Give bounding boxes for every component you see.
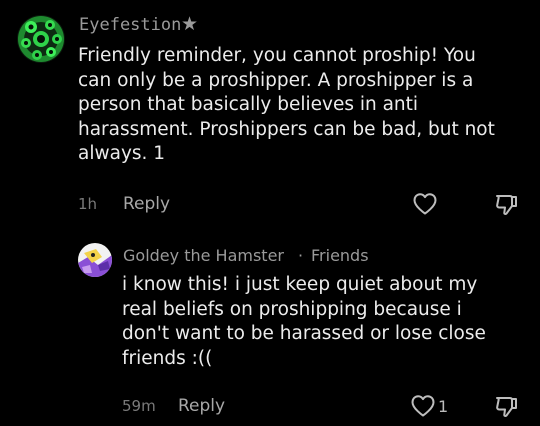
reply-text-line: real beliefs on proshipping because i (122, 298, 462, 320)
reply-text-line: don't want to be harassed or lose close (122, 323, 486, 344)
comment-text-line: harassment. Proshippers can be bad, but … (78, 118, 495, 140)
reply-timestamp: 59m (122, 397, 156, 415)
reply-reply-button[interactable]: Reply (178, 396, 225, 416)
star-icon: ★ (181, 13, 199, 35)
reply-text-line: i know this! i just keep quiet about my (122, 274, 478, 295)
comment-text-line: Friendly reminder, you cannot proship! Y… (78, 45, 476, 66)
thumbs-down-icon[interactable] (494, 394, 520, 420)
thumbs-down-icon[interactable] (494, 192, 520, 218)
comment-timestamp: 1h (78, 195, 98, 213)
comment-text-line: person that basically believes in anti (78, 94, 419, 115)
comment-text-line: always. 1 (78, 143, 166, 164)
reply-text: i know this! i just keep quiet about my … (122, 273, 532, 371)
reply-text-line: friends :(( (122, 347, 213, 369)
reply-username[interactable]: Goldey the Hamster (123, 246, 284, 265)
comment-username[interactable]: Eyefestion (79, 15, 181, 35)
comment-text: Friendly reminder, you cannot proship! Y… (78, 44, 528, 167)
avatar[interactable] (17, 15, 65, 63)
heart-icon[interactable] (410, 394, 436, 418)
avatar-image (17, 15, 65, 63)
heart-icon[interactable] (412, 192, 438, 216)
reply-avatar-image (78, 243, 112, 277)
comment-text-line: can only be a proshipper. A proshipper i… (78, 69, 474, 91)
reply-button[interactable]: Reply (123, 194, 170, 214)
reply-relation-label: Friends (311, 246, 369, 265)
reply-avatar[interactable] (78, 243, 112, 277)
reply-like-count: 1 (438, 397, 449, 416)
reply-separator: · (298, 246, 304, 265)
